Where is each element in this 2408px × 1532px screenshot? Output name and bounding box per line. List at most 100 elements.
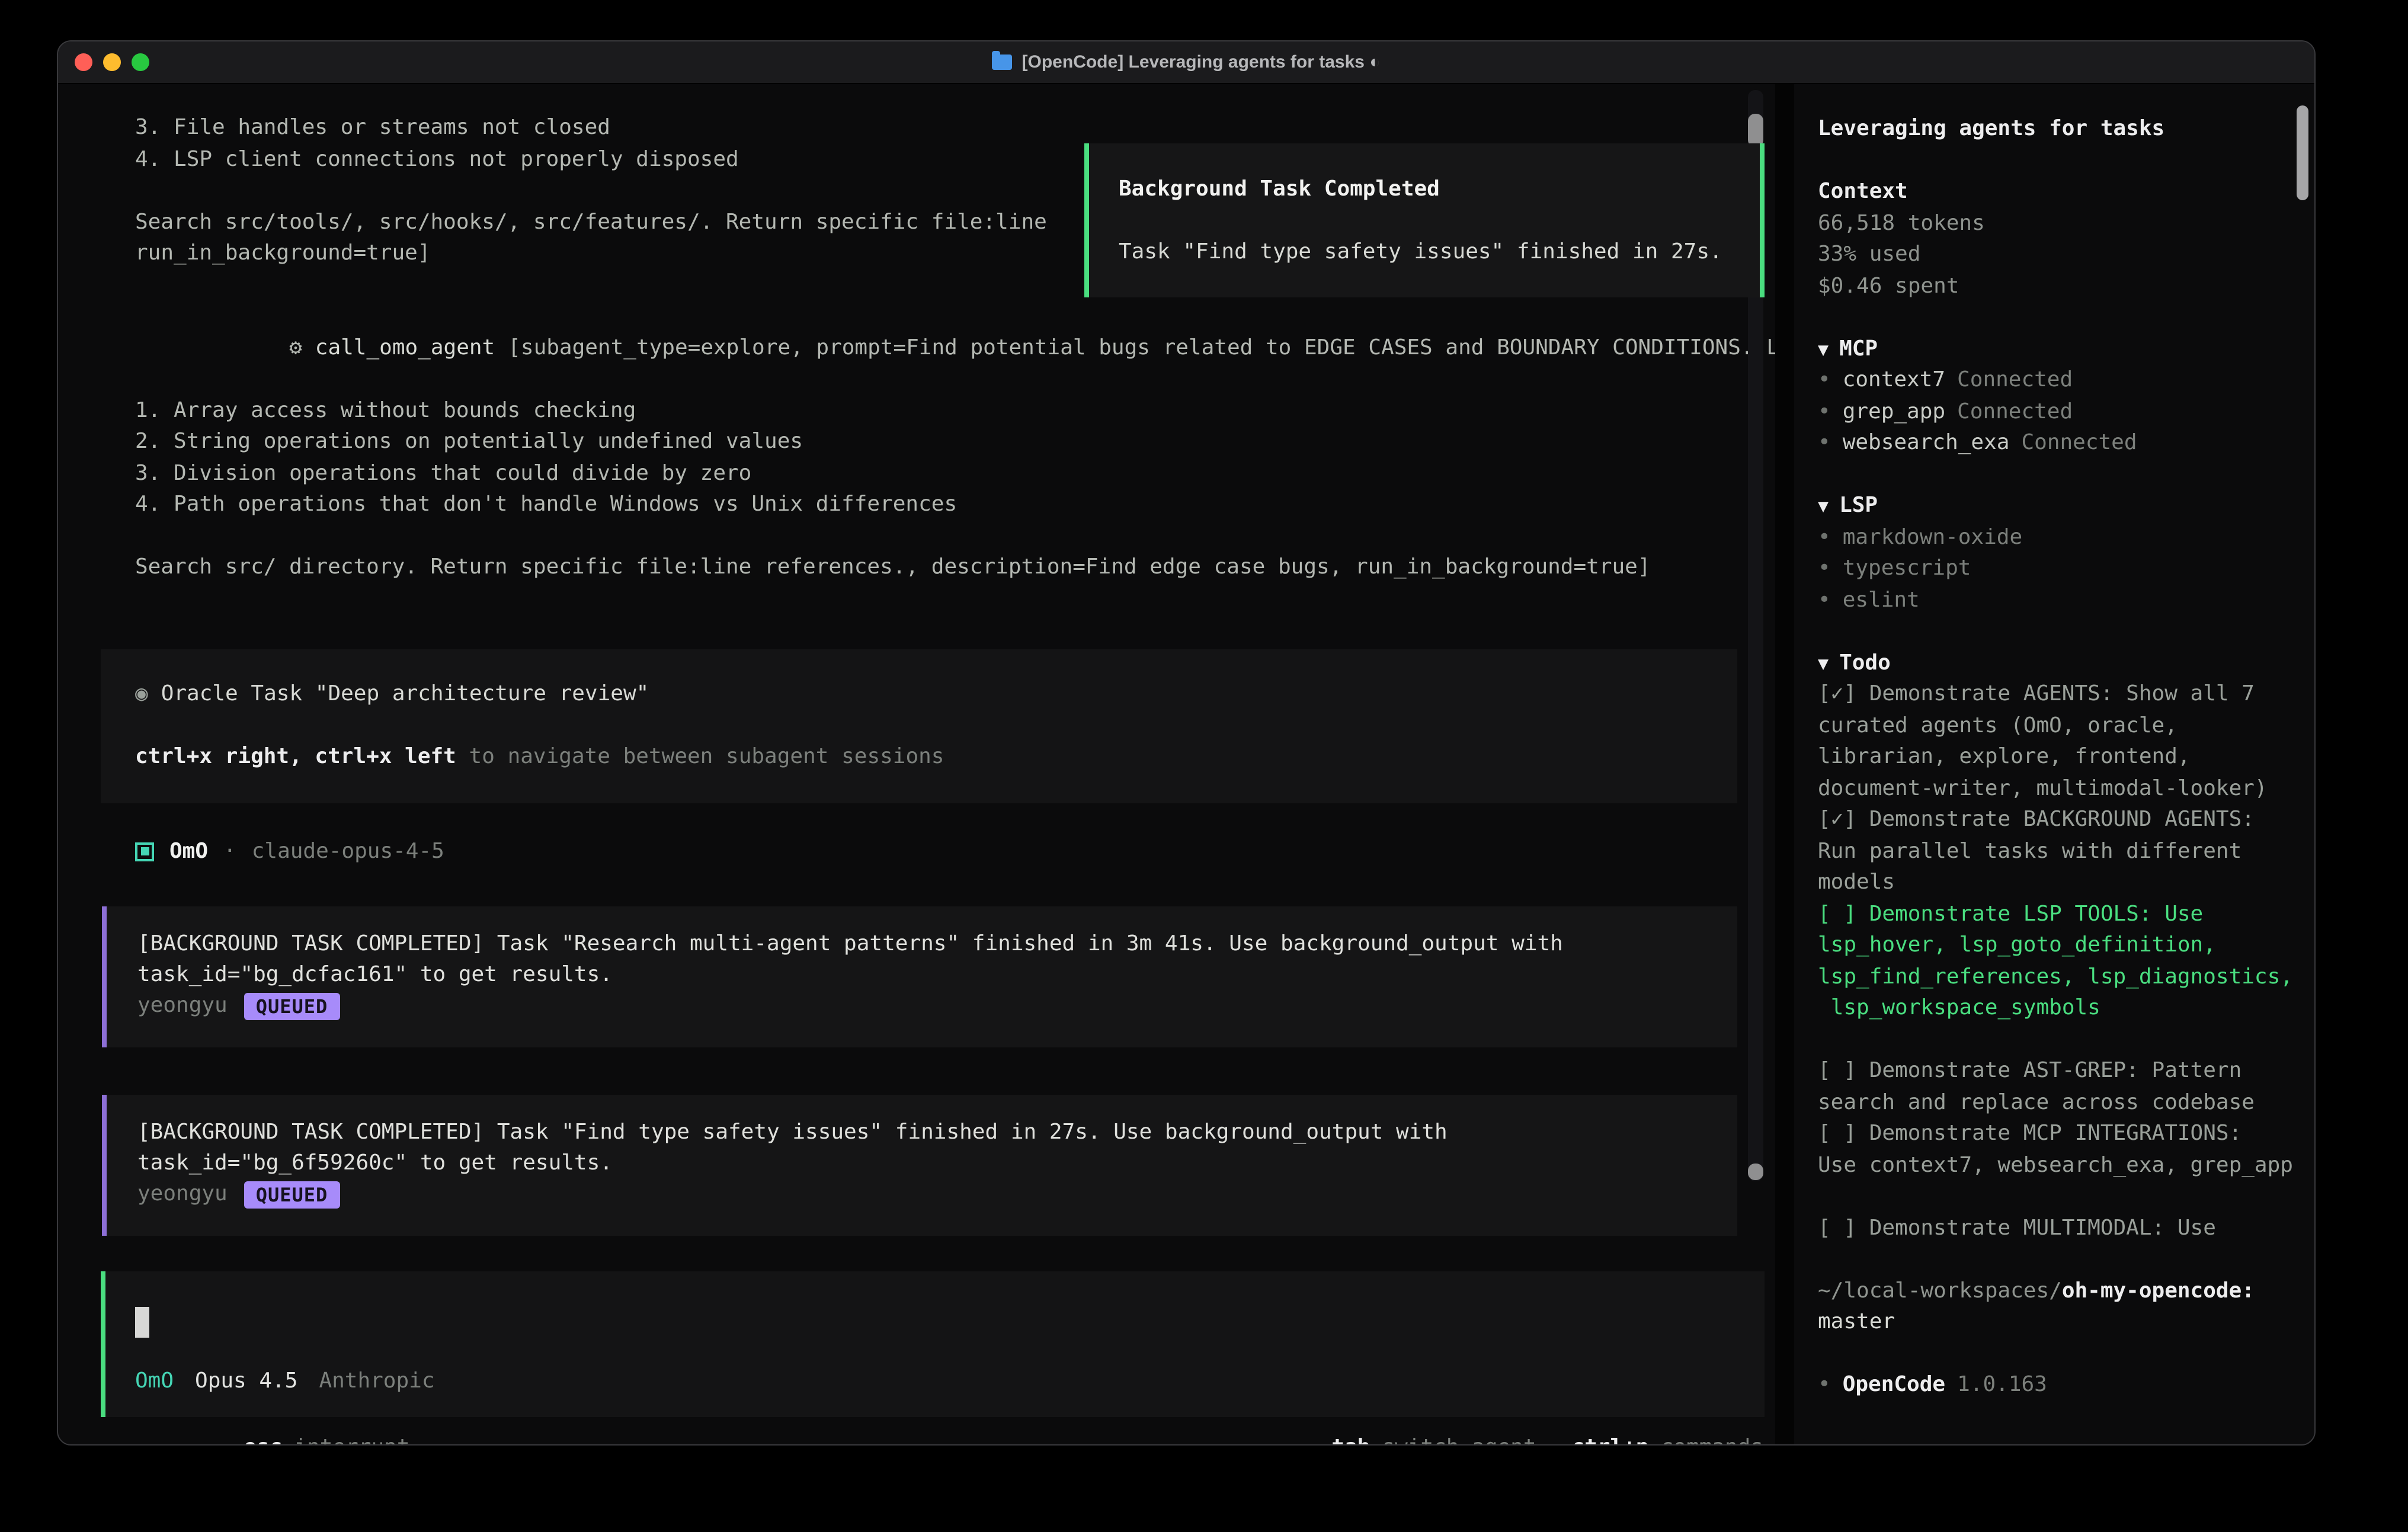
todo-item: [ ] Demonstrate LSP TOOLS: Use lsp_hover… [1818,899,2300,1024]
mcp-item: • context7 Connected [1818,365,2300,396]
mcp-name: websearch_exa [1843,430,2010,455]
folder-icon [992,55,1013,70]
lsp-section: ▼ LSP • markdown-oxide • typescript •eslint [1818,491,2300,616]
bullet-icon: • [1818,556,1831,581]
scrollbar-thumb-top[interactable] [1748,114,1763,147]
fisheye-icon: ◉ [135,681,148,706]
gear-icon: ⚙ [289,335,302,360]
lsp-name: markdown-oxide [1843,524,2022,549]
lsp-name: typescript [1843,556,1971,581]
log-line: Search src/ directory. Return specific f… [135,552,1775,584]
mcp-status: Connected [1957,367,2073,392]
status-bar: ········ esc interrupt tab switch agent … [58,1432,1775,1444]
context-spent: $0.46 spent [1818,271,2300,302]
context-heading: Context [1818,177,2300,208]
text-cursor [135,1307,149,1338]
prompt-input[interactable]: OmO Opus 4.5 Anthropic [101,1271,1765,1417]
notification-toast[interactable]: Background Task Completed Task "Find typ… [1084,143,1765,297]
titlebar: [OpenCode] Leveraging agents for tasks ◐ [58,41,2314,84]
status-badge: QUEUED [244,1181,340,1208]
spinner-dots: ········ [108,1432,220,1444]
bullet-icon: • [1818,367,1831,392]
todo-item: [✓] Demonstrate BACKGROUND AGENTS: Run p… [1818,805,2300,899]
lsp-item: •eslint [1818,585,2300,616]
close-button[interactable] [75,53,92,71]
collapse-arrow-icon: ▼ [1818,338,1829,360]
sidebar-scrollbar-thumb[interactable] [2297,105,2308,200]
lsp-item: • markdown-oxide [1818,522,2300,553]
scrollbar-thumb-bottom[interactable] [1748,1164,1763,1180]
window-title-text: [OpenCode] Leveraging agents for tasks ◐ [1022,52,1381,72]
todo-item: [ ] Demonstrate MULTIMODAL: Use [1818,1213,2300,1244]
todo-item: [ ] Demonstrate MCP INTEGRATIONS: Use co… [1818,1118,2300,1181]
commands-label: commands [1661,1432,1763,1444]
app-window: [OpenCode] Leveraging agents for tasks ◐… [57,40,2316,1446]
esc-key: esc [244,1432,282,1444]
mcp-heading-label: MCP [1839,336,1878,361]
context-section: Context 66,518 tokens 33% used $0.46 spe… [1818,177,2300,302]
oracle-title: Oracle Task "Deep architecture review" [161,681,649,706]
tab-key: tab [1331,1432,1370,1444]
oracle-task-panel[interactable]: ◉Oracle Task "Deep architecture review" … [101,649,1737,803]
context-tokens: 66,518 tokens [1818,208,2300,239]
lsp-item: • typescript [1818,553,2300,585]
workspace-repo: oh-my-opencode: [2062,1278,2255,1303]
mcp-status: Connected [2021,430,2137,455]
message-card[interactable]: [BACKGROUND TASK COMPLETED] Task "Find t… [102,1095,1737,1236]
workspace-path-prefix: ~/local-workspaces/ [1818,1278,2062,1303]
app-version: 1.0.163 [1957,1372,2047,1397]
model-line: OmO Opus 4.5 Anthropic [135,1366,1765,1398]
oracle-hint: ctrl+x right, ctrl+x left to navigate be… [135,741,1737,773]
tool-call-line: ⚙ call_omo_agent [subagent_type=explore, p… [135,301,1775,395]
collapse-arrow-icon: ▼ [1818,495,1829,517]
message-author: yeongyu [137,1179,228,1210]
toast-body: Task "Find type safety issues" finished … [1119,237,1738,268]
session-pane: Background Task Completed Task "Find typ… [58,84,1775,1444]
sidebar: Leveraging agents for tasks Context 66,5… [1794,84,2314,1444]
agent-icon [135,842,154,861]
lsp-heading[interactable]: ▼ LSP [1818,491,2300,522]
mcp-name: context7 [1843,367,1945,392]
todo-item: [ ] Demonstrate AST-GREP: Pattern search… [1818,1056,2300,1118]
agent-model: claude-opus-4-5 [252,836,444,867]
bullet-icon: • [1818,1372,1831,1397]
pane-divider [1775,84,1794,1444]
esc-label: interrupt [294,1432,409,1444]
workspace-branch: master [1818,1307,2300,1338]
todo-item: [✓] Demonstrate AGENTS: Show all 7 curat… [1818,679,2300,805]
message-author: yeongyu [137,991,228,1021]
lsp-name: eslint [1843,587,1920,612]
log-line [135,521,1775,552]
log-line: 3. Division operations that could divide… [135,458,1775,489]
message-text: [BACKGROUND TASK COMPLETED] Task "Find t… [137,1117,1737,1179]
workspace-section: ~/local-workspaces/oh-my-opencode: maste… [1818,1275,2300,1338]
minimize-button[interactable] [103,53,121,71]
log-line: 4. Path operations that don't handle Win… [135,489,1775,521]
todo-heading[interactable]: ▼ Todo [1818,648,2300,679]
status-badge: QUEUED [244,992,340,1020]
tool-name: call_omo_agent [315,335,495,360]
log-line: 2. String operations on potentially unde… [135,427,1775,458]
context-used: 33% used [1818,239,2300,271]
collapse-arrow-icon: ▼ [1818,652,1829,674]
tab-label: switch agent [1382,1432,1536,1444]
traffic-lights [75,53,149,71]
bullet-icon: • [1818,430,1831,455]
message-meta: yeongyu QUEUED [137,991,1737,1021]
mcp-heading[interactable]: ▼ MCP [1818,334,2300,365]
log-line: 3. File handles or streams not closed [135,113,1775,144]
mcp-item: • websearch_exa Connected [1818,428,2300,459]
toast-title: Background Task Completed [1119,174,1738,206]
message-meta: yeongyu QUEUED [137,1179,1737,1210]
tool-args: [subagent_type=explore, prompt=Find pote… [508,335,1775,360]
model-label: Opus 4.5 [195,1366,297,1398]
bullet-icon: • [1818,524,1831,549]
active-agent-label: OmO [135,1366,174,1398]
agent-header: OmO · claude-opus-4-5 [135,836,1775,867]
message-card[interactable]: [BACKGROUND TASK COMPLETED] Task "Resear… [102,906,1737,1047]
zoom-button[interactable] [132,53,149,71]
workspace-path: ~/local-workspaces/oh-my-opencode: [1818,1275,2300,1307]
todo-heading-label: Todo [1839,650,1891,675]
mcp-name: grep_app [1843,399,1945,424]
lsp-heading-label: LSP [1839,493,1878,518]
